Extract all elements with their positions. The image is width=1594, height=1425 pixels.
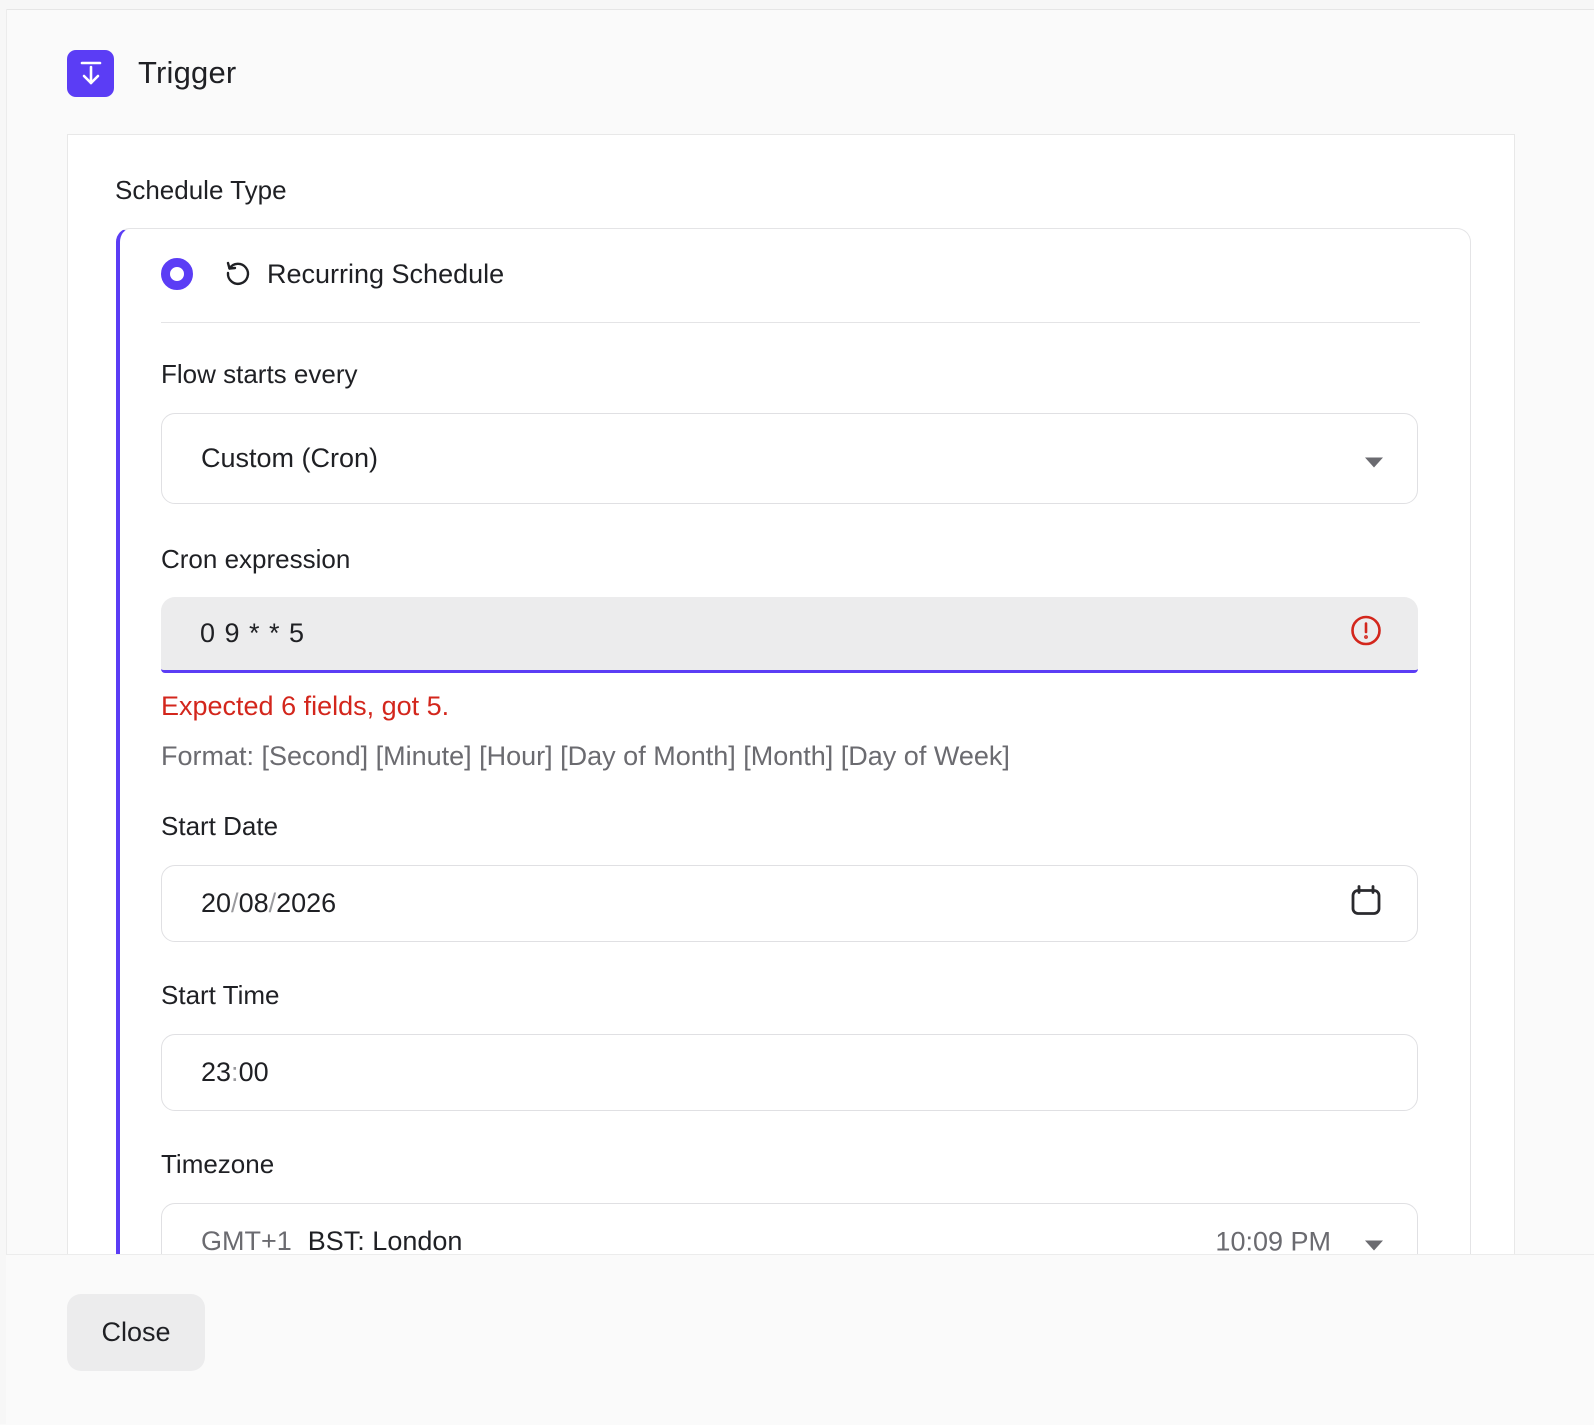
flow-starts-label: Flow starts every [161, 359, 358, 389]
page-title: Trigger [138, 55, 237, 90]
cron-expression-label: Cron expression [161, 544, 351, 574]
timezone-current-time: 10:09 PM [1215, 1226, 1331, 1257]
start-date-day[interactable]: 20 [201, 888, 231, 919]
dialog-header: Trigger [67, 49, 236, 97]
recurring-schedule-label: Recurring Schedule [267, 259, 505, 289]
trigger-icon [67, 49, 114, 97]
recurring-icon [223, 258, 253, 293]
close-button[interactable]: Close [67, 1294, 205, 1371]
start-date-month[interactable]: 08 [239, 888, 269, 919]
calendar-icon[interactable] [1349, 883, 1383, 924]
cron-format-helper: Format: [Second] [Minute] [Hour] [Day of… [161, 741, 1010, 771]
start-date-input[interactable]: 20/08/2026 [161, 865, 1418, 942]
start-date-year[interactable]: 2026 [276, 888, 336, 919]
cron-expression-input[interactable]: 0 9 * * 5 [161, 597, 1418, 673]
cron-expression-value: 0 9 * * 5 [200, 618, 306, 648]
timezone-label: Timezone [161, 1149, 275, 1179]
date-separator: / [231, 888, 239, 918]
left-border [0, 9, 7, 1424]
cron-error-message: Expected 6 fields, got 5. [161, 691, 450, 721]
timezone-offset: GMT+1 [201, 1226, 292, 1256]
chevron-down-icon [1365, 1227, 1383, 1258]
error-icon [1350, 614, 1382, 653]
start-time-minute[interactable]: 00 [239, 1057, 269, 1088]
flow-frequency-value: Custom (Cron) [201, 443, 379, 473]
recurring-schedule-radio[interactable] [161, 258, 193, 290]
flow-frequency-select[interactable]: Custom (Cron) [161, 413, 1418, 504]
trigger-panel: Schedule Type Recurring Schedule Flow st… [67, 134, 1515, 1290]
top-border [0, 0, 1594, 10]
recurring-schedule-option[interactable]: Recurring Schedule [161, 255, 1420, 323]
start-time-label: Start Time [161, 980, 280, 1010]
timezone-name: BST: London [307, 1226, 463, 1256]
time-separator: : [231, 1057, 239, 1087]
schedule-type-label: Schedule Type [115, 175, 287, 205]
start-time-input[interactable]: 23:00 [161, 1034, 1418, 1111]
start-date-label: Start Date [161, 811, 279, 841]
start-time-hour[interactable]: 23 [201, 1057, 231, 1088]
chevron-down-icon [1365, 443, 1383, 474]
dialog-footer: Close [6, 1254, 1594, 1425]
date-separator: / [268, 888, 277, 918]
recurring-schedule-card: Recurring Schedule Flow starts every Cus… [116, 228, 1471, 1290]
